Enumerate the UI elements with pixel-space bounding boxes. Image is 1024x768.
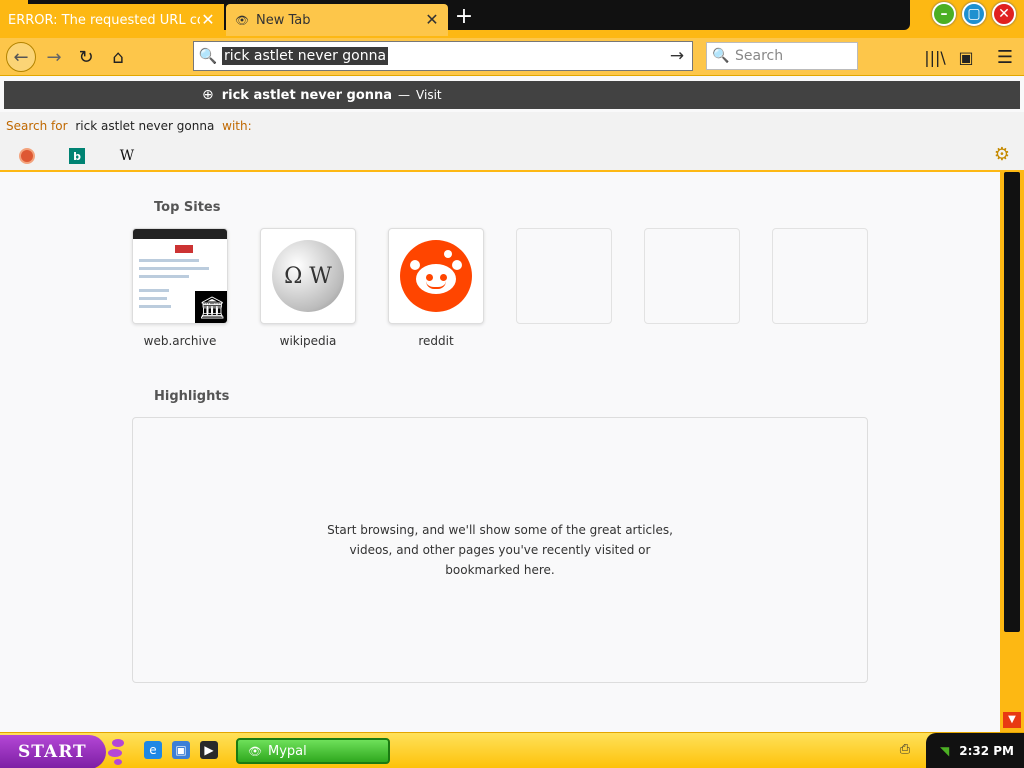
go-arrow-icon[interactable]: → [666, 46, 688, 68]
top-sites-grid: 🏛 web.archive Ω W wikipedia reddit [132, 228, 868, 348]
site-label: reddit [418, 334, 454, 348]
tab-new-tab[interactable]: 👁 New Tab ✕ [226, 4, 448, 36]
search-for-label: Search for rick astlet never gonna with: [6, 119, 252, 133]
suggestion-separator: — [398, 88, 411, 102]
url-input-value[interactable]: rick astlet never gonna [222, 47, 389, 65]
wikipedia-globe-icon: Ω W [272, 240, 344, 312]
suggestion-action: Visit [416, 88, 442, 102]
new-tab-button[interactable]: + [452, 6, 476, 30]
minimize-button[interactable]: – [932, 2, 956, 26]
bing-icon: b [69, 148, 85, 164]
mypal-icon: 👁 [248, 744, 262, 758]
empty-site-tile [516, 228, 612, 324]
site-tile[interactable] [388, 228, 484, 324]
top-site-web-archive[interactable]: 🏛 web.archive [132, 228, 228, 348]
highlights-message: Start browsing, and we'll show some of t… [327, 523, 673, 577]
forward-button[interactable]: → [40, 44, 68, 70]
tab-title: ERROR: The requested URL could not be re… [8, 12, 200, 28]
top-site-reddit[interactable]: reddit [388, 228, 484, 348]
internet-explorer-icon[interactable]: e [144, 741, 162, 759]
close-window-button[interactable]: ✕ [992, 2, 1016, 26]
quick-launch: e ▣ ▶ [144, 741, 218, 759]
highlights-empty-state: Start browsing, and we'll show some of t… [132, 417, 868, 683]
archive-museum-icon: 🏛 [195, 291, 227, 323]
desktop-icon[interactable]: ▣ [172, 741, 190, 759]
url-suggestion-row[interactable]: ⊕ rick astlet never gonna — Visit [4, 81, 1020, 109]
site-label: web.archive [143, 334, 217, 348]
search-placeholder: Search [735, 48, 784, 64]
wikipedia-engine-button[interactable]: W [114, 144, 140, 168]
suggestion-query: rick astlet never gonna [221, 87, 393, 103]
library-icon[interactable]: |||\ [922, 46, 948, 68]
vertical-scrollbar[interactable]: ▼ [1000, 172, 1024, 732]
search-for-query: rick astlet never gonna [75, 119, 215, 133]
reddit-icon [400, 240, 472, 312]
search-icon: 🔍 [198, 47, 218, 65]
clock[interactable]: 2:32 PM [959, 744, 1014, 758]
network-icon[interactable]: ◥ [940, 744, 949, 758]
empty-site-tile [644, 228, 740, 324]
navigation-toolbar: ← → ↻ ⌂ 🔍 rick astlet never gonna → 🔍 Se… [0, 38, 1024, 76]
scroll-down-arrow-icon[interactable]: ▼ [1003, 712, 1021, 728]
tray-printer-icon[interactable]: ⎙ [896, 742, 914, 760]
hamburger-menu-icon[interactable]: ☰ [992, 46, 1018, 68]
sidebar-icon[interactable]: ▣ [953, 46, 979, 68]
duckduckgo-engine-button[interactable] [14, 144, 40, 168]
media-player-icon[interactable]: ▶ [200, 741, 218, 759]
mypal-favicon-icon: 👁 [235, 13, 249, 27]
duckduckgo-icon [19, 148, 35, 164]
scrollbar-thumb[interactable] [1004, 172, 1020, 632]
tab-error[interactable]: ERROR: The requested URL could not be re… [0, 4, 224, 36]
taskbar-item-label: Mypal [268, 743, 307, 759]
home-button[interactable]: ⌂ [104, 44, 132, 70]
search-input[interactable]: 🔍 Search [706, 42, 858, 70]
maximize-button[interactable]: ▢ [962, 2, 986, 26]
search-icon: 🔍 [712, 48, 730, 64]
start-bubbles-decoration [108, 737, 128, 765]
search-settings-gear-icon[interactable]: ⚙ [994, 144, 1010, 165]
highlights-heading: Highlights [154, 389, 230, 404]
back-button[interactable]: ← [6, 42, 36, 72]
search-for-prefix: Search for [6, 119, 68, 133]
bing-engine-button[interactable]: b [64, 144, 90, 168]
url-bar[interactable]: 🔍 rick astlet never gonna → [193, 41, 693, 71]
top-site-wikipedia[interactable]: Ω W wikipedia [260, 228, 356, 348]
start-button[interactable]: START [0, 735, 106, 768]
taskbar-item-mypal[interactable]: 👁 Mypal [236, 738, 390, 764]
top-site-empty [644, 228, 740, 348]
web-archive-screenshot: 🏛 [133, 229, 227, 323]
tab-close-icon[interactable]: ✕ [200, 12, 216, 28]
top-site-empty [772, 228, 868, 348]
site-tile[interactable]: Ω W [260, 228, 356, 324]
site-label: wikipedia [279, 334, 337, 348]
one-off-search-panel: Search for rick astlet never gonna with:… [0, 112, 1024, 172]
window-controls: – ▢ ✕ [932, 2, 1016, 26]
search-for-suffix: with: [222, 119, 252, 133]
site-tile[interactable]: 🏛 [132, 228, 228, 324]
top-sites-heading: Top Sites [154, 200, 221, 215]
tab-title: New Tab [256, 12, 311, 28]
wikipedia-icon: W [119, 148, 135, 164]
empty-site-tile [772, 228, 868, 324]
globe-icon: ⊕ [202, 87, 214, 103]
taskbar: START e ▣ ▶ 👁 Mypal ⎙ ◥ 2:32 PM [0, 732, 1024, 768]
search-engine-list: b W [14, 144, 140, 168]
tab-strip: ERROR: The requested URL could not be re… [0, 0, 1024, 38]
top-site-empty [516, 228, 612, 348]
new-tab-page: Top Sites 🏛 web.archive Ω W wikipedia re… [0, 174, 1000, 730]
tab-close-icon[interactable]: ✕ [424, 12, 440, 28]
reload-button[interactable]: ↻ [72, 44, 100, 70]
system-tray: ◥ 2:32 PM [926, 733, 1024, 768]
